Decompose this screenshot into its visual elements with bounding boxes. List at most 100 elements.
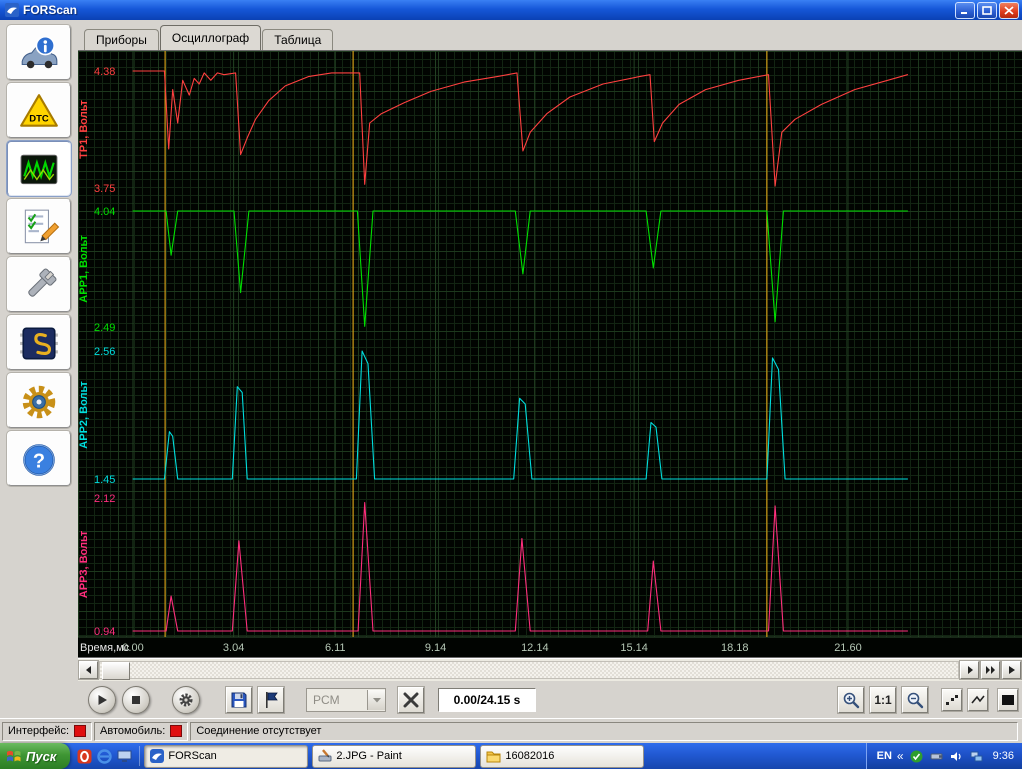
sidebar-settings-button[interactable] (6, 372, 72, 429)
time-display: 0.00/24.15 s (438, 687, 536, 712)
zoom-out-icon (907, 692, 924, 708)
scroll-right-button[interactable] (959, 660, 980, 680)
start-button[interactable]: Пуск (0, 743, 71, 769)
tab-oscilloscope-label: Осциллограф (171, 31, 250, 45)
scrollbar-track[interactable] (99, 661, 959, 680)
help-icon: ? (23, 444, 55, 476)
oscilloscope-canvas[interactable]: 0.00 3.04 6.11 9.14 12.14 15.14 18.18 21.60Врем… (78, 51, 1022, 657)
sidebar-help-button[interactable]: ? (6, 430, 72, 487)
gear-icon (22, 385, 56, 419)
antivirus-icon[interactable] (909, 749, 924, 764)
volume-icon[interactable] (949, 749, 964, 764)
svg-text:4.04: 4.04 (94, 206, 115, 218)
sidebar-vehicle-info-button[interactable] (6, 24, 72, 81)
tab-oscilloscope[interactable]: Осциллограф (159, 25, 262, 50)
toolbar: PCM 0.00/24.15 s 1:1 (78, 681, 1022, 718)
start-label: Пуск (26, 748, 57, 764)
zoom-in-button[interactable] (837, 685, 865, 714)
sidebar-oscilloscope-button[interactable] (6, 140, 72, 197)
display-solid-button[interactable] (997, 687, 1019, 712)
wrench-icon (28, 268, 57, 297)
record-settings-button[interactable] (172, 685, 200, 714)
stop-button[interactable] (122, 685, 150, 714)
main-area: DTC ? Приборы Осциллограф Таблица 0.00 3… (0, 20, 1022, 718)
svg-text:15.14: 15.14 (620, 642, 648, 654)
play-button[interactable] (88, 685, 116, 714)
zoom-in-icon (843, 692, 860, 708)
horizontal-scrollbar[interactable] (78, 658, 1022, 681)
svg-text:9.14: 9.14 (425, 642, 446, 654)
flag-icon (266, 691, 278, 708)
dtc-icon: DTC (20, 94, 58, 127)
scroll-left-button[interactable] (78, 660, 99, 680)
svg-text:2.49: 2.49 (94, 322, 115, 334)
module-select[interactable]: PCM (306, 687, 386, 712)
disconnect-button[interactable] (397, 685, 425, 714)
checklist-icon (24, 209, 60, 244)
svg-text:3.75: 3.75 (94, 183, 115, 195)
opera-icon[interactable] (76, 748, 93, 765)
connection-status: Соединение отсутствует (196, 725, 322, 737)
car-info-icon (21, 35, 58, 69)
display-lines-button[interactable] (967, 687, 989, 712)
sidebar-tests-button[interactable] (6, 198, 72, 255)
taskbar-task-paint[interactable]: 2.JPG - Paint (312, 744, 477, 768)
save-button[interactable] (225, 685, 253, 714)
zoom-reset-button[interactable]: 1:1 (869, 685, 897, 714)
x-icon (403, 692, 419, 707)
zoom-out-button[interactable] (901, 685, 929, 714)
interface-status-led (74, 725, 86, 737)
tab-table[interactable]: Таблица (262, 29, 334, 50)
app-icon (5, 3, 19, 17)
minimize-button[interactable] (955, 1, 975, 19)
solid-mode-icon (1002, 694, 1014, 705)
show-desktop-icon[interactable] (116, 748, 133, 765)
play-icon (98, 694, 107, 705)
markers-mode-icon (946, 694, 958, 705)
module-select-value: PCM (313, 692, 340, 707)
status-bar: Интерфейс: Автомобиль: Соединение отсутс… (0, 718, 1022, 743)
maximize-button[interactable] (977, 1, 997, 19)
svg-text:6.11: 6.11 (325, 642, 346, 654)
paint-icon (318, 749, 332, 762)
quick-launch (70, 746, 141, 766)
clock: 9:36 (992, 750, 1014, 762)
close-button[interactable] (999, 1, 1019, 19)
vehicle-status-panel: Автомобиль: (94, 721, 189, 741)
tab-strip: Приборы Осциллограф Таблица (78, 20, 1022, 50)
svg-text:1.45: 1.45 (94, 474, 115, 486)
sidebar-module-config-button[interactable] (6, 314, 72, 371)
sidebar-dtc-button[interactable]: DTC (6, 82, 72, 139)
svg-text:21.60: 21.60 (834, 642, 862, 654)
tab-devices-label: Приборы (96, 33, 147, 47)
window-title: FORScan (23, 3, 78, 17)
display-markers-button[interactable] (941, 687, 963, 712)
sidebar: DTC ? (0, 20, 78, 718)
save-icon (231, 692, 247, 707)
interface-status-panel: Интерфейс: (2, 721, 92, 741)
folder-icon (486, 751, 501, 762)
ie-icon[interactable] (96, 748, 113, 765)
svg-text:2.56: 2.56 (94, 346, 115, 358)
jump-end-button[interactable] (1001, 660, 1022, 680)
system-tray: EN « 9:36 (865, 743, 1022, 769)
scrollbar-thumb[interactable] (102, 662, 130, 680)
marker-flag-button[interactable] (257, 685, 285, 714)
tray-expand-button[interactable]: « (897, 749, 904, 763)
vehicle-label: Автомобиль: (100, 725, 166, 737)
help-glyph: ? (33, 450, 45, 472)
oscilloscope-icon (20, 154, 58, 185)
language-indicator[interactable]: EN (877, 750, 892, 762)
fast-forward-button[interactable] (980, 660, 1001, 680)
oscilloscope-plot[interactable]: 0.00 3.04 6.11 9.14 12.14 15.14 18.18 21.60 Врем… (78, 50, 1022, 658)
usb-icon[interactable] (929, 749, 944, 764)
tab-devices[interactable]: Приборы (84, 29, 159, 50)
task-label: 2.JPG - Paint (336, 750, 402, 762)
chip-icon (20, 327, 58, 360)
network-icon[interactable] (969, 749, 984, 764)
taskbar-task-forscan[interactable]: FORScan (144, 744, 309, 768)
taskbar-task-folder[interactable]: 16082016 (480, 744, 645, 768)
forscan-icon (150, 749, 165, 763)
task-label: FORScan (168, 750, 217, 762)
sidebar-service-button[interactable] (6, 256, 72, 313)
